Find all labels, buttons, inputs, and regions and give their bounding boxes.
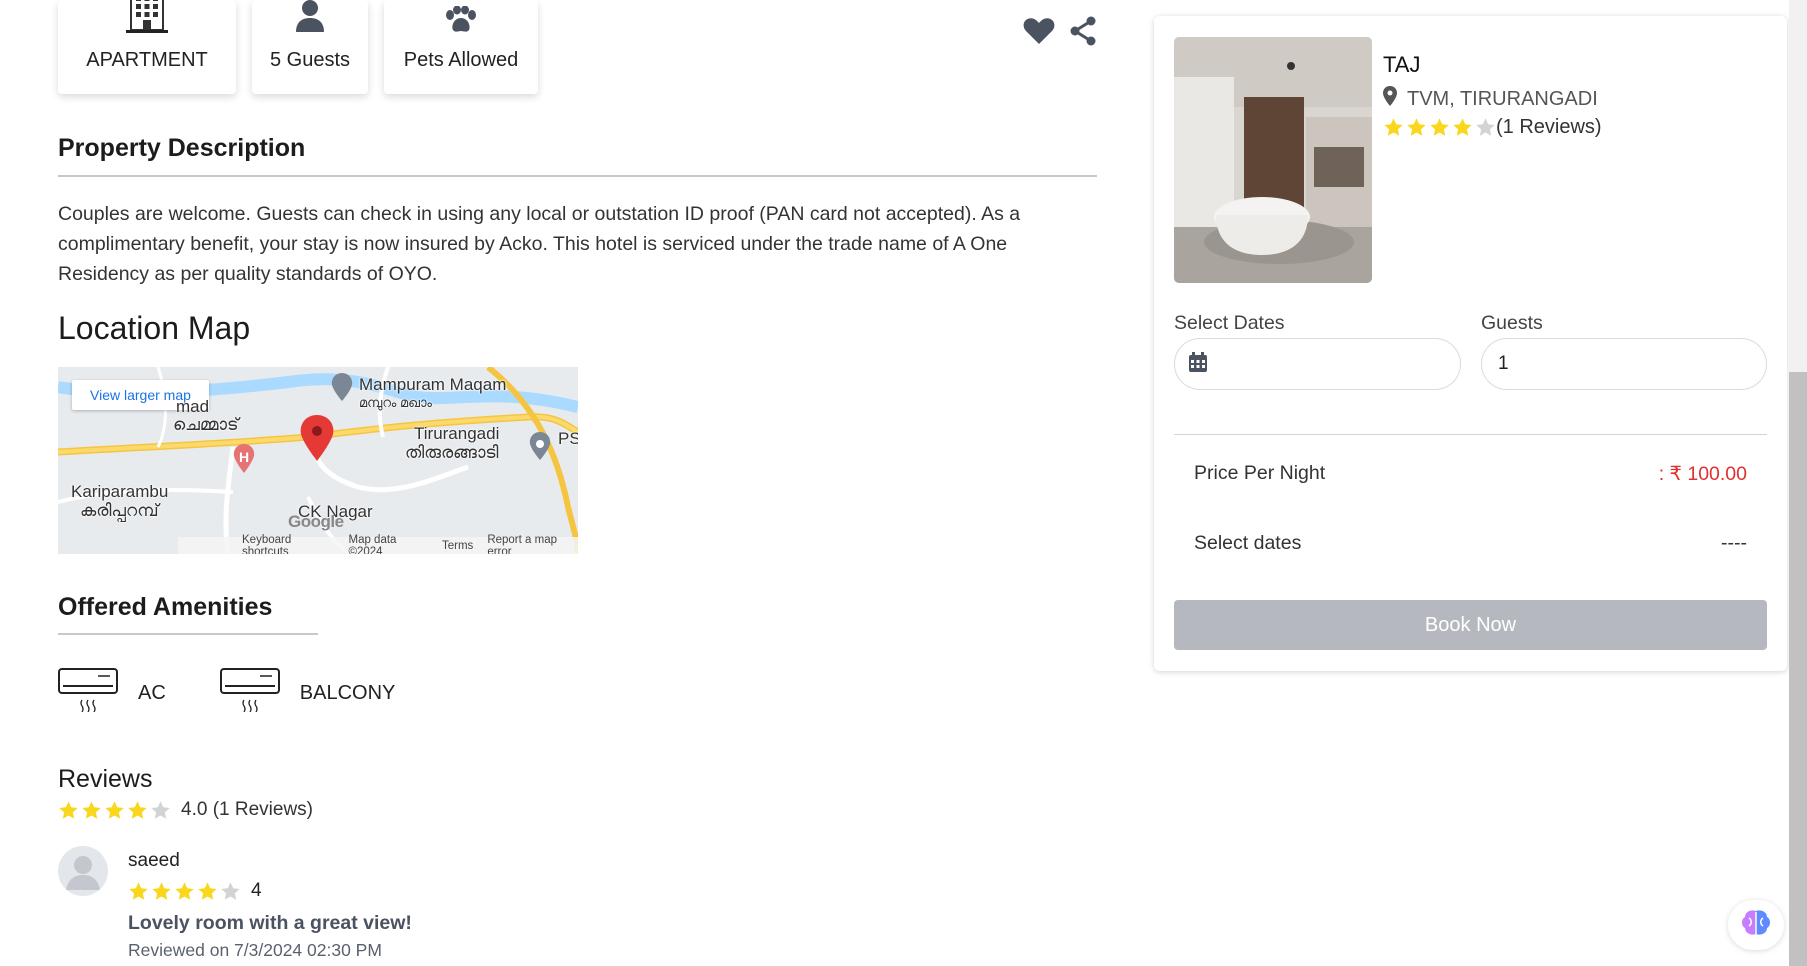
star-filled-icon: [1407, 118, 1426, 136]
feature-label: 5 Guests: [269, 49, 351, 71]
air-conditioner-icon: [58, 668, 118, 718]
dates-row: Select dates ----: [1194, 532, 1747, 555]
feature-card-type: APARTMENT: [58, 0, 236, 94]
map-label: PS: [558, 429, 578, 448]
amenity-label: BALCONY: [299, 681, 396, 704]
brain-icon: [1741, 909, 1771, 942]
hotel-photo: [1174, 37, 1372, 283]
feature-card-guests: 5 Guests: [252, 0, 368, 94]
select-dates-value: ----: [1721, 532, 1747, 554]
map-label: തിരുരങ്ങാടി: [405, 443, 499, 462]
assistant-brain-button[interactable]: [1728, 900, 1784, 950]
price-value: : ₹ 100.00: [1658, 463, 1747, 485]
top-actions: [1023, 16, 1097, 46]
air-conditioner-icon: [219, 668, 280, 718]
calendar-icon: [1189, 351, 1207, 377]
star-filled-icon: [1384, 118, 1403, 136]
star-filled-icon: [152, 881, 171, 900]
keyboard-shortcuts-link[interactable]: Keyboard shortcuts: [242, 534, 334, 555]
amenity-item: BALCONY: [219, 668, 396, 718]
feature-label: Pets Allowed: [403, 49, 519, 71]
star-empty-icon: [1476, 118, 1495, 136]
review-rating: 4: [128, 880, 262, 902]
feature-label: APARTMENT: [86, 49, 208, 71]
star-rating: [128, 881, 241, 902]
feature-card-pets: Pets Allowed: [384, 0, 538, 94]
star-filled-icon: [82, 800, 101, 819]
review-date: Reviewed on 7/3/2024 02:30 PM: [128, 940, 382, 960]
guests-input[interactable]: [1481, 338, 1767, 390]
star-filled-icon: [59, 800, 78, 819]
heart-icon[interactable]: [1023, 17, 1055, 45]
price-row: Price Per Night : ₹ 100.00: [1194, 462, 1747, 486]
star-rating: [1383, 117, 1496, 138]
terms-link[interactable]: Terms: [442, 540, 473, 552]
map-label: Mampuram Maqam: [359, 375, 507, 394]
star-filled-icon: [129, 881, 148, 900]
hotel-reviews-count: (1 Reviews): [1496, 116, 1602, 138]
review-text: Lovely room with a great view!: [128, 912, 412, 934]
description-title: Property Description: [58, 134, 306, 162]
star-filled-icon: [105, 800, 124, 819]
svg-text:H: H: [239, 449, 249, 465]
book-now-button[interactable]: Book Now: [1174, 600, 1767, 650]
share-icon[interactable]: [1069, 16, 1097, 46]
review-rating-value: 4: [251, 880, 262, 901]
star-rating: [58, 800, 171, 821]
map-footer: Keyboard shortcuts Map data ©2024 Terms …: [178, 533, 578, 555]
paw-icon: [444, 5, 478, 39]
map-data-text: Map data ©2024: [348, 533, 397, 555]
amenity-label: AC: [138, 681, 166, 704]
avatar: [58, 846, 108, 896]
booking-panel: TAJ TVM, TIRURANGADI (1 Reviews) Select …: [1154, 16, 1787, 671]
page: APARTMENT 5 Guests Pets Allowed Property…: [0, 0, 1807, 966]
building-icon: [124, 0, 170, 39]
map-label: mad: [176, 397, 210, 416]
google-logo: Google: [288, 512, 344, 531]
map-label: Tirurangadi: [414, 424, 500, 443]
divider: [1174, 434, 1767, 435]
hotel-location-text: TVM, TIRURANGADI: [1407, 87, 1598, 110]
star-filled-icon: [128, 800, 147, 819]
map-label: ചെമ്മാട്: [173, 415, 239, 434]
hotel-name: TAJ: [1383, 52, 1421, 77]
amenity-item: AC: [58, 668, 166, 718]
select-dates-text: Select dates: [1194, 532, 1302, 554]
price-label: Price Per Night: [1194, 462, 1326, 484]
scrollbar-thumb[interactable]: [1789, 372, 1807, 966]
star-filled-icon: [175, 881, 194, 900]
user-icon: [294, 0, 326, 39]
hotel-rating: (1 Reviews): [1383, 116, 1602, 139]
hotel-location: TVM, TIRURANGADI: [1383, 86, 1598, 112]
star-empty-icon: [221, 881, 240, 900]
guests-label: Guests: [1481, 312, 1543, 334]
feature-cards: APARTMENT 5 Guests Pets Allowed: [58, 0, 538, 94]
date-picker-input[interactable]: [1174, 338, 1461, 390]
location-title: Location Map: [58, 310, 251, 346]
reviews-title: Reviews: [58, 765, 153, 793]
map-label: കരിപ്പറമ്പ്: [80, 501, 159, 520]
divider: [58, 175, 1097, 177]
map-label: Kariparambu: [71, 482, 169, 501]
amenities-list: AC BALCONY: [58, 668, 395, 718]
star-filled-icon: [1453, 118, 1472, 136]
star-filled-icon: [1430, 118, 1449, 136]
amenities-title: Offered Amenities: [58, 593, 273, 621]
description-text: Couples are welcome. Guests can check in…: [58, 203, 1021, 285]
location-map[interactable]: H View larger map Mampuram Maqam മമ്പുറം…: [58, 367, 578, 554]
select-dates-label: Select Dates: [1174, 312, 1285, 334]
map-marker-icon: [1383, 86, 1397, 112]
star-empty-icon: [151, 800, 170, 819]
report-error-link[interactable]: Report a map error: [487, 534, 578, 555]
divider: [58, 633, 318, 635]
reviewer-name: saeed: [128, 850, 180, 871]
reviews-summary: 4.0 (1 Reviews): [58, 799, 313, 821]
reviews-summary-text: 4.0 (1 Reviews): [181, 799, 313, 820]
star-filled-icon: [198, 881, 217, 900]
map-label: മമ്പുറം മഖാം: [359, 395, 433, 410]
